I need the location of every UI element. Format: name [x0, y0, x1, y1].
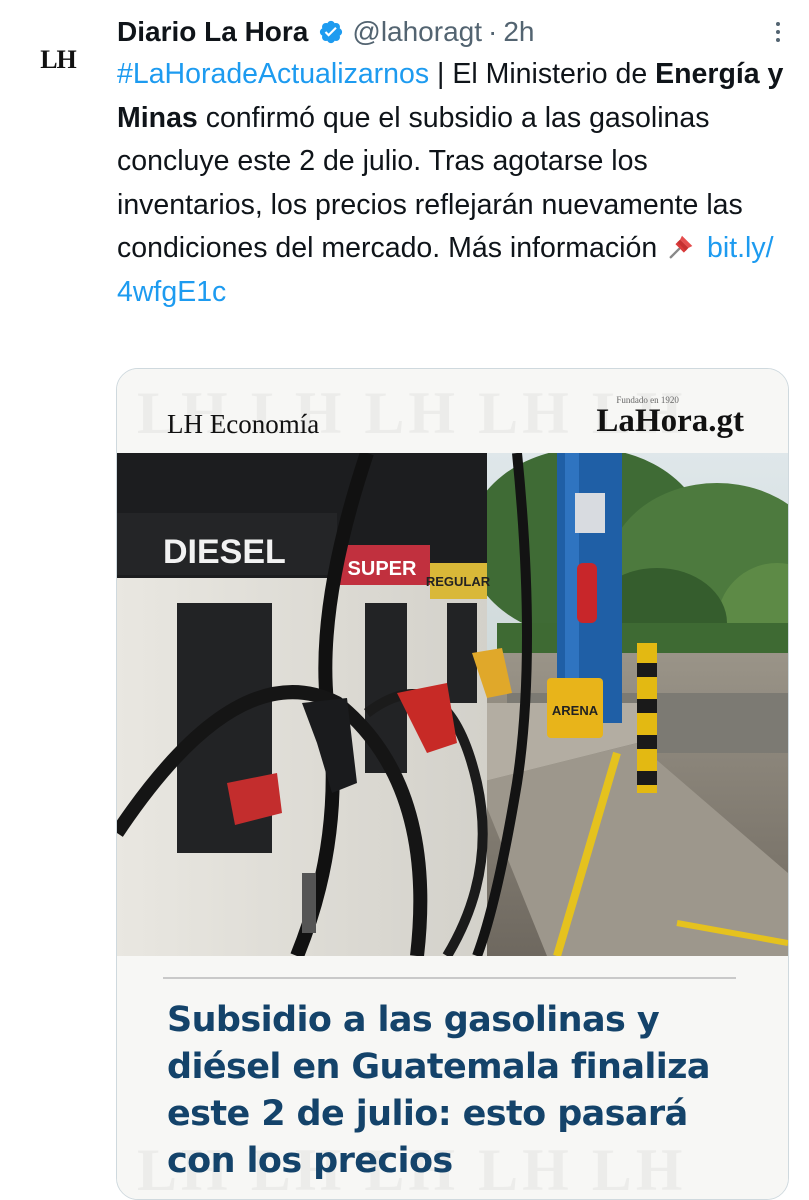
link-card[interactable]: LH LH LH LH LH LH Economía Fundado en 19… [116, 368, 789, 1200]
author-handle[interactable]: @lahoragt [352, 16, 482, 48]
pushpin-icon [669, 235, 693, 259]
gas-pump-photo: ARENA DIESEL SUPER REGULAR [117, 453, 788, 956]
more-options-icon[interactable] [773, 22, 783, 42]
tweet-text-part2: confirmó que el subsidio a las gasolinas… [117, 101, 743, 265]
hashtag-link[interactable]: #LaHoradeActualizarnos [117, 58, 429, 90]
brand-lahora-gt-label: LaHora.gt [596, 403, 744, 439]
tweet-text-part1: | El Ministerio de [429, 58, 656, 90]
verified-badge-icon [320, 20, 343, 44]
author-avatar[interactable]: LH [20, 22, 96, 98]
sand-bucket-label: ARENA [552, 703, 599, 718]
card-header-band: LH LH LH LH LH LH Economía Fundado en 19… [117, 369, 788, 453]
brand-lh-economia: LH Economía [167, 409, 320, 439]
separator-dot: · [488, 16, 498, 47]
card-headline: Subsidio a las gasolinas y diésel en Gua… [167, 1000, 711, 1181]
avatar-logo: LH [40, 45, 77, 74]
brand-lahora-gt: Fundado en 1920 LaHora.gt [596, 395, 744, 440]
author-name[interactable]: Diario La Hora [117, 16, 308, 48]
brand-founded-note: Fundado en 1920 [616, 395, 679, 405]
tweet-text: #LaHoradeActualizarnos | El Ministerio d… [117, 53, 789, 314]
super-label: SUPER [348, 558, 417, 580]
tweet-time[interactable]: 2h [503, 16, 534, 48]
regular-label: REGULAR [426, 574, 491, 589]
tweet-header: Diario La Hora @lahoragt · 2h [117, 12, 789, 52]
headline-divider [163, 977, 736, 979]
diesel-label: DIESEL [163, 533, 286, 571]
